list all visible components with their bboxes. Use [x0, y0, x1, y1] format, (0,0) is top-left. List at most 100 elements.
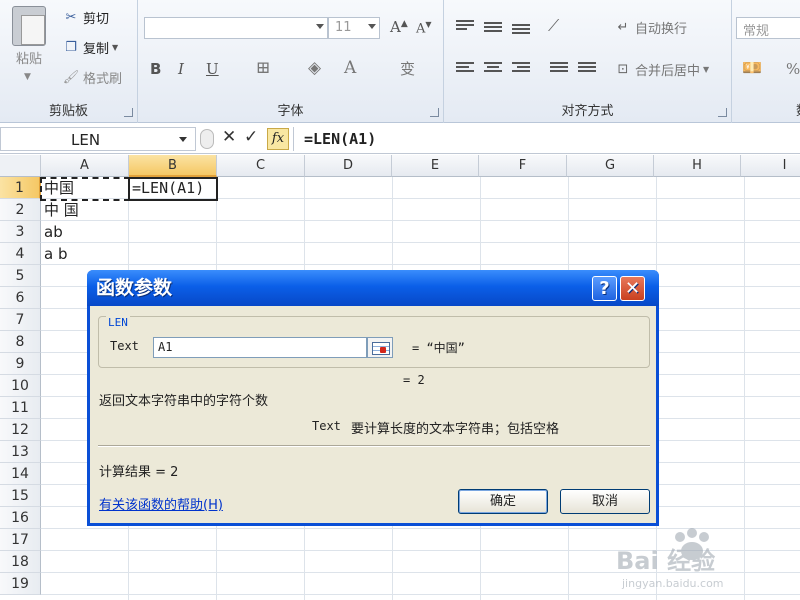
cancel-button[interactable]: 取消 [560, 489, 650, 514]
borders-icon[interactable]: ⊞ [256, 58, 270, 78]
font-color-icon[interactable]: A [344, 58, 356, 78]
clipboard-group: 粘贴 ▼ ✂ 剪切 ❐ 复制 ▼ 🖌 格式刷 剪贴板 [0, 0, 138, 123]
phonetic-icon[interactable]: 变 [400, 58, 415, 79]
bold-button[interactable]: B [150, 60, 161, 78]
row-header-9[interactable]: 9 [0, 353, 41, 375]
cell-b1[interactable]: =LEN(A1) [129, 177, 217, 199]
column-header-g[interactable]: G [567, 155, 654, 177]
cell-a4[interactable]: a b [41, 243, 129, 265]
column-header-d[interactable]: D [305, 155, 392, 177]
currency-icon[interactable]: 💴 [742, 58, 762, 77]
ok-button[interactable]: 确定 [458, 489, 548, 514]
clipboard-launcher-icon[interactable] [124, 108, 133, 117]
column-header-c[interactable]: C [217, 155, 305, 177]
chevron-down-icon [316, 24, 324, 29]
underline-button[interactable]: U [206, 60, 219, 78]
row-header-19[interactable]: 19 [0, 573, 41, 595]
cell-a2[interactable]: 中 国 [41, 199, 129, 221]
format-painter-label: 格式刷 [83, 72, 123, 87]
font-size-combo[interactable]: 11 [328, 17, 380, 39]
row-header-12[interactable]: 12 [0, 419, 41, 441]
cell-a1[interactable]: 中国 [41, 177, 129, 199]
cut-label: 剪切 [83, 12, 110, 27]
row-header-3[interactable]: 3 [0, 221, 41, 243]
help-icon[interactable]: ? [592, 276, 617, 301]
name-box-value: LEN [71, 131, 101, 149]
row-header-5[interactable]: 5 [0, 265, 41, 287]
brush-icon: 🖌 [62, 70, 80, 85]
collapse-dialog-icon[interactable] [367, 337, 393, 358]
name-box[interactable]: LEN [0, 127, 196, 151]
formula-input[interactable]: =LEN(A1) [293, 127, 800, 151]
column-header-f[interactable]: F [479, 155, 567, 177]
decrease-indent-icon[interactable] [550, 62, 568, 76]
align-bottom-icon[interactable] [512, 24, 530, 38]
column-header-i[interactable]: I [741, 155, 800, 177]
align-top-icon[interactable] [456, 20, 474, 34]
select-all-corner[interactable] [0, 155, 41, 177]
chevron-down-icon[interactable] [179, 137, 187, 142]
row-header-13[interactable]: 13 [0, 441, 41, 463]
copy-button[interactable]: ❐ 复制 ▼ [62, 38, 118, 57]
row-header-15[interactable]: 15 [0, 485, 41, 507]
dialog-title-text: 函数参数 [96, 277, 173, 299]
row-header-7[interactable]: 7 [0, 309, 41, 331]
row-header-6[interactable]: 6 [0, 287, 41, 309]
dialog-title[interactable]: 函数参数 ? ✕ [87, 270, 659, 306]
merge-center-button[interactable]: ⊡ 合并后居中 ▼ [614, 60, 710, 79]
row-header-10[interactable]: 10 [0, 375, 41, 397]
paste-dropdown-icon[interactable]: ▼ [24, 72, 31, 82]
cut-button[interactable]: ✂ 剪切 [62, 8, 109, 27]
align-right-icon[interactable] [512, 62, 530, 76]
column-header-a[interactable]: A [41, 155, 129, 177]
column-header-e[interactable]: E [392, 155, 479, 177]
alignment-group-label: 对齐方式 [561, 104, 614, 119]
function-help-link[interactable]: 有关该函数的帮助(H) [99, 494, 223, 513]
align-middle-icon[interactable] [484, 22, 502, 36]
format-painter-button[interactable]: 🖌 格式刷 [62, 68, 122, 87]
column-header-h[interactable]: H [654, 155, 741, 177]
font-group: 11 A▲ A▼ B I U ⊞ ◈ A 变 字体 [138, 0, 444, 123]
function-arguments-dialog: 函数参数 ? ✕ LEN Text A1 = “中国” = 2 返回文本字符串中… [87, 270, 659, 526]
increase-indent-icon[interactable] [578, 62, 596, 76]
align-left-icon[interactable] [456, 62, 474, 76]
formula-bar-resize-handle[interactable] [200, 129, 214, 149]
alignment-launcher-icon[interactable] [718, 108, 727, 117]
row-header-16[interactable]: 16 [0, 507, 41, 529]
clipboard-group-label: 剪贴板 [48, 104, 88, 119]
row-header-11[interactable]: 11 [0, 397, 41, 419]
text-arg-input[interactable]: A1 [153, 337, 367, 358]
row-header-17[interactable]: 17 [0, 529, 41, 551]
font-name-combo[interactable] [144, 17, 328, 39]
row-header-18[interactable]: 18 [0, 551, 41, 573]
wrap-text-button[interactable]: ↵ 自动换行 [614, 18, 687, 37]
calculation-result: 计算结果 = 2 [99, 465, 179, 480]
formula-result-preview: = 2 [403, 373, 425, 387]
cell-a3[interactable]: ab [41, 221, 129, 243]
row-header-14[interactable]: 14 [0, 463, 41, 485]
cancel-icon[interactable]: ✕ [222, 127, 236, 147]
copy-dropdown-icon: ▼ [112, 43, 119, 52]
number-format-combo[interactable]: 常规 [736, 17, 800, 39]
paste-icon[interactable] [12, 6, 46, 46]
formula-bar: LEN ✕ ✓ fx =LEN(A1) [0, 124, 800, 154]
font-launcher-icon[interactable] [430, 108, 439, 117]
italic-button[interactable]: I [178, 60, 184, 78]
row-header-4[interactable]: 4 [0, 243, 41, 265]
insert-function-button[interactable]: fx [267, 128, 289, 150]
enter-check-icon[interactable]: ✓ [244, 127, 258, 147]
fill-color-icon[interactable]: ◈ [308, 58, 321, 78]
row-header-8[interactable]: 8 [0, 331, 41, 353]
grow-font-icon[interactable]: A▲ [390, 18, 408, 36]
close-icon[interactable]: ✕ [620, 276, 645, 301]
percent-button[interactable]: % [786, 60, 800, 78]
align-center-icon[interactable] [484, 62, 502, 76]
merge-dropdown-icon: ▼ [703, 65, 710, 74]
shrink-font-icon[interactable]: A▼ [416, 20, 432, 36]
function-description: 返回文本字符串中的字符个数 [99, 394, 269, 409]
column-header-b[interactable]: B [129, 155, 217, 177]
paste-button[interactable]: 粘贴 [12, 48, 46, 67]
row-header-2[interactable]: 2 [0, 199, 41, 221]
orientation-icon[interactable]: ⟋ [548, 16, 559, 36]
row-header-1[interactable]: 1 [0, 177, 41, 199]
